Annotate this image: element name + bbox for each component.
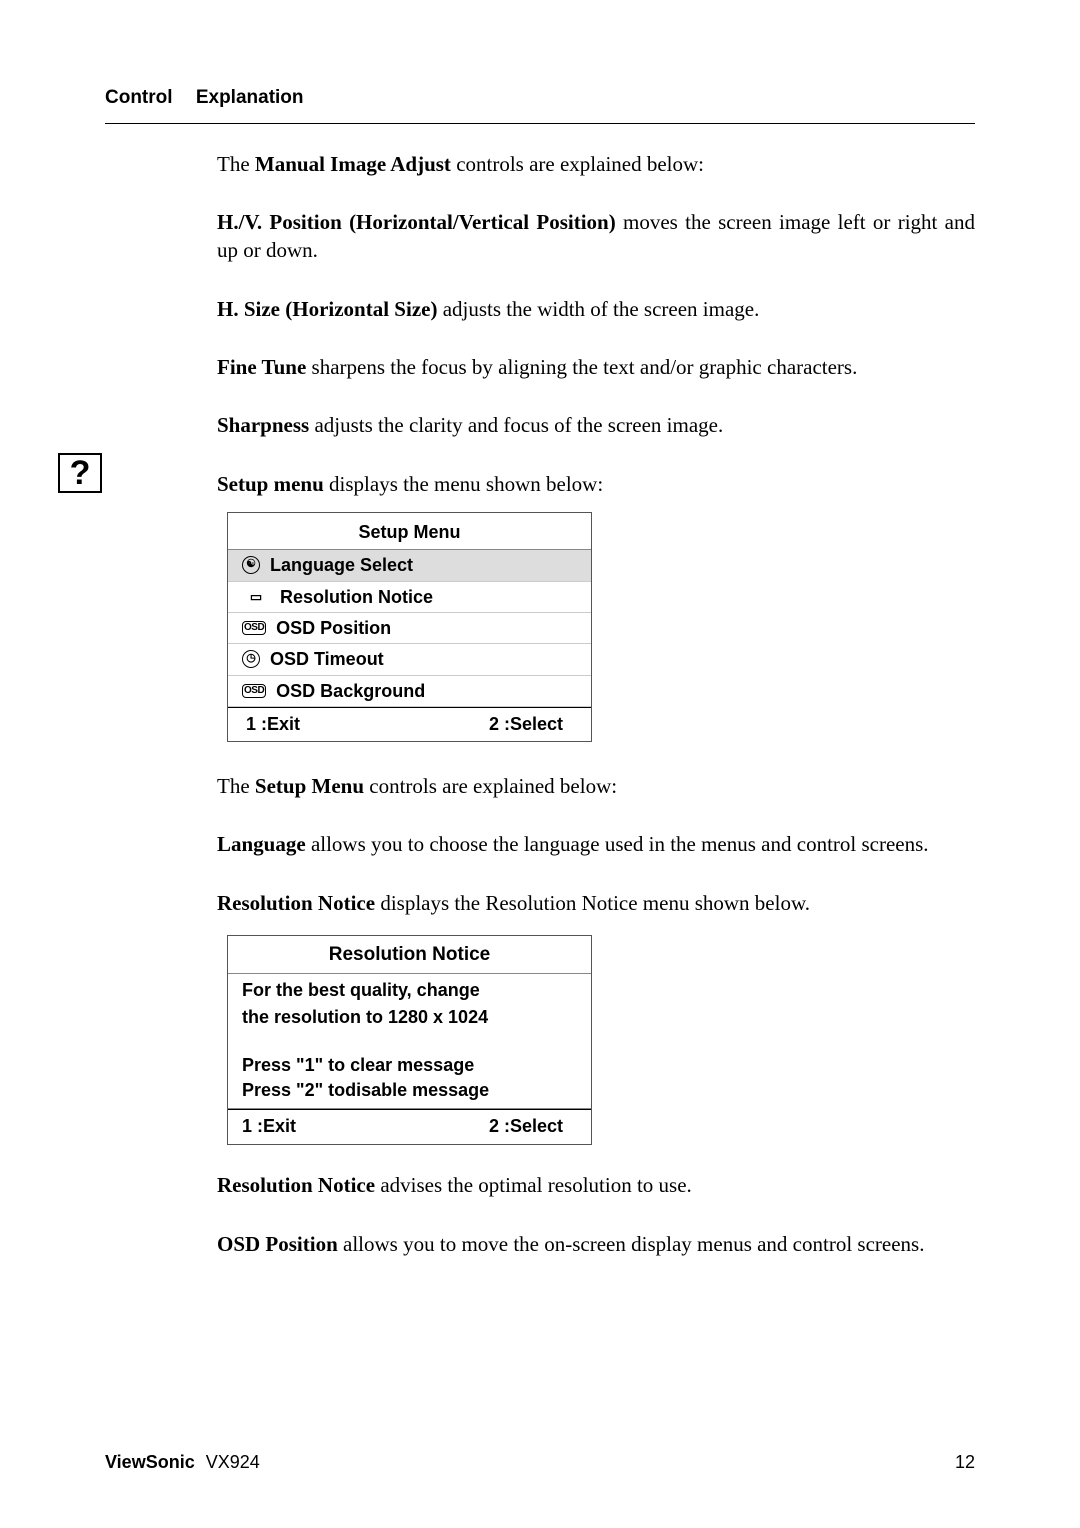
text: allows you to choose the language used i…: [306, 832, 929, 856]
setup-menu-box: Setup Menu ☯ Language Select▭ Resolution N…: [227, 512, 592, 742]
menu-item-label: OSD Position: [276, 616, 391, 640]
menu-item-label: OSD Background: [276, 679, 425, 703]
setup-menu-footer: 1 :Exit 2 :Select: [228, 707, 591, 741]
resolution-notice-box: Resolution Notice For the best quality, …: [227, 935, 592, 1145]
bold-text: Setup menu: [217, 472, 324, 496]
paragraph-setup-menu-explained: The Setup Menu controls are explained be…: [217, 772, 975, 800]
text: The: [217, 152, 255, 176]
setup-menu-item: ☯ Language Select: [228, 550, 591, 581]
paragraph-resolution-notice-advises: Resolution Notice advises the optimal re…: [217, 1171, 975, 1199]
question-mark-icon: ?: [58, 453, 102, 493]
text: sharpens the focus by aligning the text …: [306, 355, 857, 379]
paragraph-language: Language allows you to choose the langua…: [217, 830, 975, 858]
res-line-1: For the best quality, change: [242, 978, 577, 1002]
menu-item-icon: ▭: [242, 588, 270, 606]
page-footer: ViewSonic VX924 12: [105, 1450, 975, 1474]
paragraph-h-size: H. Size (Horizontal Size) adjusts the wi…: [217, 295, 975, 323]
header-explanation: Explanation: [196, 87, 304, 108]
bold-text: Language: [217, 832, 306, 856]
footer-exit: 1 :Exit: [246, 712, 300, 736]
setup-menu-title: Setup Menu: [228, 513, 591, 550]
text: adjusts the width of the screen image.: [437, 297, 759, 321]
footer-select: 2 :Select: [489, 712, 563, 736]
paragraph-fine-tune: Fine Tune sharpens the focus by aligning…: [217, 353, 975, 381]
question-glyph: ?: [70, 456, 91, 490]
bold-text: Resolution Notice: [217, 1173, 375, 1197]
res-line-2: the resolution to 1280 x 1024: [242, 1005, 577, 1029]
res-line-4: Press "2" todisable message: [242, 1078, 577, 1102]
bold-text: Manual Image Adjust: [255, 152, 451, 176]
bold-text: Setup Menu: [255, 774, 364, 798]
setup-menu-item: ◷ OSD Timeout: [228, 644, 591, 675]
paragraph-hv-position: H./V. Position (Horizontal/Vertical Posi…: [217, 208, 975, 265]
content-block: The Manual Image Adjust controls are exp…: [217, 150, 975, 1258]
resolution-notice-footer: 1 :Exit 2 :Select: [228, 1109, 591, 1144]
bold-text: Sharpness: [217, 413, 309, 437]
menu-item-label: OSD Timeout: [270, 647, 384, 671]
setup-menu-item: ▭ Resolution Notice: [228, 582, 591, 613]
footer-brand: ViewSonic: [105, 1452, 195, 1472]
text: The: [217, 774, 255, 798]
footer-select: 2 :Select: [489, 1114, 563, 1138]
text: advises the optimal resolution to use.: [375, 1173, 692, 1197]
menu-item-label: Language Select: [270, 553, 413, 577]
menu-item-icon: ◷: [242, 650, 260, 668]
menu-item-icon: ☯: [242, 556, 260, 574]
section-header: Control Explanation: [105, 85, 975, 124]
paragraph-manual-image-adjust: The Manual Image Adjust controls are exp…: [217, 150, 975, 178]
text: controls are explained below:: [451, 152, 704, 176]
bold-text: Resolution Notice: [217, 891, 375, 915]
header-control: Control: [105, 85, 173, 111]
setup-menu-item: OSD OSD Background: [228, 676, 591, 707]
bold-text: OSD Position: [217, 1232, 338, 1256]
res-line-3: Press "1" to clear message: [242, 1053, 577, 1077]
page-number: 12: [955, 1450, 975, 1474]
resolution-notice-title: Resolution Notice: [228, 936, 591, 974]
paragraph-resolution-notice-intro: Resolution Notice displays the Resolutio…: [217, 889, 975, 917]
text: displays the menu shown below:: [324, 472, 603, 496]
bold-text: H. Size (Horizontal Size): [217, 297, 437, 321]
text: controls are explained below:: [364, 774, 617, 798]
paragraph-osd-position: OSD Position allows you to move the on-s…: [217, 1230, 975, 1258]
text: adjusts the clarity and focus of the scr…: [309, 413, 723, 437]
paragraph-sharpness: Sharpness adjusts the clarity and focus …: [217, 411, 975, 439]
resolution-notice-body: For the best quality, change the resolut…: [228, 974, 591, 1109]
footer-exit: 1 :Exit: [242, 1114, 296, 1138]
menu-item-label: Resolution Notice: [280, 585, 433, 609]
footer-model: VX924: [206, 1452, 260, 1472]
setup-menu-item: OSD OSD Position: [228, 613, 591, 644]
menu-item-icon: OSD: [242, 621, 266, 635]
text: allows you to move the on-screen display…: [338, 1232, 925, 1256]
text: displays the Resolution Notice menu show…: [375, 891, 810, 915]
menu-item-icon: OSD: [242, 684, 266, 698]
footer-left: ViewSonic VX924: [105, 1450, 260, 1474]
bold-text: Fine Tune: [217, 355, 306, 379]
bold-text: H./V. Position (Horizontal/Vertical Posi…: [217, 210, 616, 234]
paragraph-setup-menu-intro: Setup menu displays the menu shown below…: [217, 470, 975, 498]
